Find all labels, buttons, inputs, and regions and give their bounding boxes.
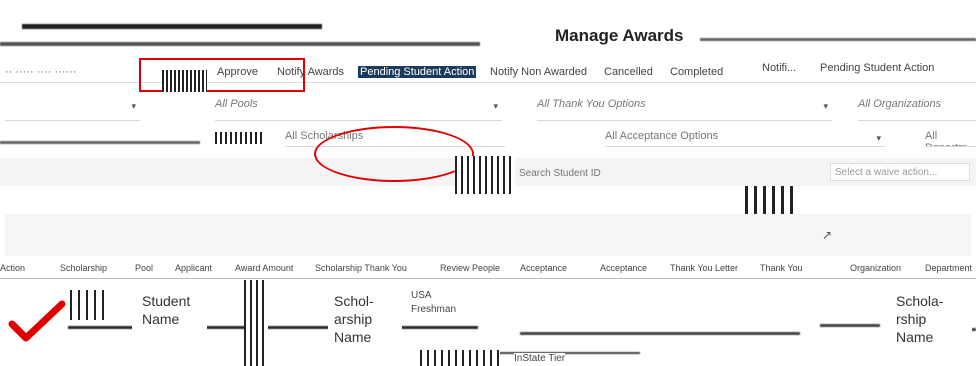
pools-select-value: All Pools (215, 98, 258, 110)
tab-cancelled[interactable]: Cancelled (604, 66, 653, 78)
chevron-down-icon: ▾ (876, 133, 881, 143)
page-title: Manage Awards (555, 26, 684, 45)
organizations-select[interactable]: All Organizations (858, 98, 976, 121)
col-header-review[interactable]: Review People (440, 263, 500, 273)
chevron-down-icon: ▾ (131, 101, 136, 111)
pools-select[interactable]: All Pools ▾ (215, 98, 502, 121)
departments-select-value: All Departm (925, 130, 967, 146)
chevron-down-icon: ▾ (823, 101, 828, 111)
checkmark-icon-svg (8, 300, 66, 342)
col-header-acceptance[interactable]: Acceptance (520, 263, 567, 273)
col-header-thank-you[interactable]: Scholarship Thank You (315, 263, 407, 273)
acceptance-select-value: All Acceptance Options (605, 130, 719, 142)
col-header-action[interactable]: Action (0, 263, 25, 273)
redacted-bar (0, 141, 200, 144)
tier-cell: InState Tier (514, 353, 566, 364)
tab-completed[interactable]: Completed (670, 66, 723, 78)
waive-action-select[interactable]: Select a waive action... (830, 163, 970, 181)
col-header-thank-you-2[interactable]: Thank You (760, 263, 803, 273)
col-header-thank-you-letter[interactable]: Thank You Letter (670, 263, 738, 273)
redacted-bar (455, 156, 515, 194)
redacted-bar (70, 290, 110, 320)
waive-action-value: Select a waive action... (835, 167, 938, 178)
col-header-organization[interactable]: Organization (850, 263, 901, 273)
redacted-bar (68, 326, 478, 329)
tab-notifications[interactable]: Notifi... (762, 62, 796, 74)
tab-pending-student-action[interactable]: Pending Student Action (358, 66, 477, 78)
departments-select[interactable]: All Departm (925, 130, 976, 147)
redacted-bar (420, 350, 500, 366)
redacted-title-bar (0, 42, 480, 46)
search-input[interactable] (517, 164, 711, 182)
col-header-pool[interactable]: Pool (135, 263, 153, 273)
col-header-scholarship[interactable]: Scholarship (60, 263, 107, 273)
tab-notify-non-awarded[interactable]: Notify Non Awarded (490, 66, 587, 78)
thank-you-select[interactable]: All Thank You Options ▾ (537, 98, 832, 121)
country-cell: USA (411, 290, 432, 301)
red-ellipse (314, 126, 474, 182)
redacted-bar (215, 132, 265, 144)
redacted-bar (520, 332, 800, 335)
organizations-select-value: All Organizations (858, 98, 942, 110)
filter-left[interactable]: ▾ (5, 98, 140, 121)
tab-partial[interactable]: ·· ····· ···· ······ (5, 66, 76, 78)
chevron-down-icon: ▾ (493, 101, 498, 111)
col-header-applicant[interactable]: Applicant (175, 263, 212, 273)
thank-you-select-value: All Thank You Options (537, 98, 646, 110)
class-cell: Freshman (411, 304, 457, 315)
checkmark-icon[interactable] (8, 294, 68, 346)
col-header-department[interactable]: Department (925, 263, 972, 273)
acceptance-select[interactable]: All Acceptance Options ▾ (605, 130, 885, 147)
col-header-award-amount[interactable]: Award Amount (235, 263, 293, 273)
callout-scholarship-name-right: Schola- rship Name (886, 290, 972, 360)
redacted-bar (700, 38, 976, 41)
redacted-bar (244, 280, 268, 366)
tab-pending-student-action-2[interactable]: Pending Student Action (820, 62, 934, 74)
external-link-icon[interactable]: ↗ (822, 228, 832, 242)
callout-scholarship-name-mid: Schol- arship Name (328, 290, 402, 360)
window-header: Manage Awards (0, 0, 976, 55)
redacted-bar (162, 70, 207, 92)
table-header: Action Scholarship Pool Applicant Award … (0, 260, 976, 279)
callout-student-name: Student Name (132, 290, 207, 342)
col-header-acceptance-2[interactable]: Acceptance (600, 263, 647, 273)
redacted-bar (820, 324, 880, 327)
redacted-title-bar (22, 24, 322, 29)
